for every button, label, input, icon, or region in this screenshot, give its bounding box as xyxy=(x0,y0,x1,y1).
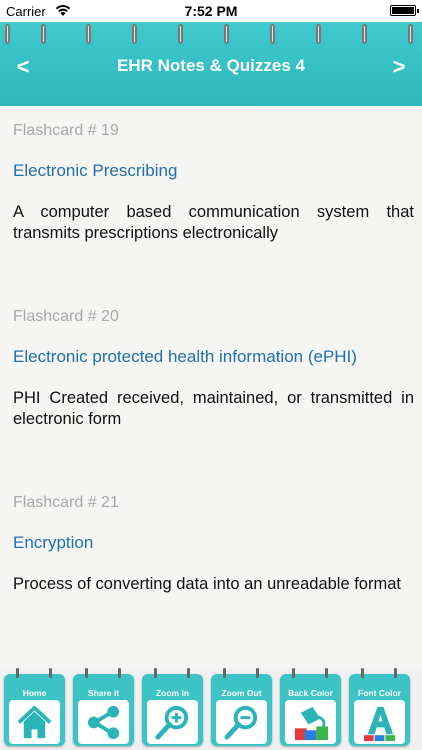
flashcard-number: Flashcard # 21 xyxy=(13,494,119,511)
home-button[interactable]: Home xyxy=(4,668,65,746)
status-time: 7:52 PM xyxy=(184,3,238,19)
back-color-button-label: Back Color xyxy=(288,688,333,698)
flashcard: Flashcard # 19 Electronic Prescribing A … xyxy=(13,122,414,244)
back-color-button[interactable]: Back Color xyxy=(280,668,341,746)
font-color-button-label: Font Color xyxy=(358,688,401,698)
zoom-in-button-label: Zoom In xyxy=(155,688,190,698)
bottom-toolbar: Home Share it Zoom In Zoom Out Back Colo… xyxy=(0,668,422,750)
font-color-button[interactable]: Font Color xyxy=(349,668,410,746)
home-button-label: Home xyxy=(22,688,47,698)
page-title: EHR Notes & Quizzes 4 xyxy=(117,56,305,75)
zoom-in-icon xyxy=(155,705,189,740)
flashcard-definition: Process of converting data into an unrea… xyxy=(13,575,401,593)
home-icon xyxy=(17,705,52,739)
zoom-in-button[interactable]: Zoom In xyxy=(142,668,203,746)
flashcard-number: Flashcard # 19 xyxy=(13,122,119,139)
next-button[interactable]: > xyxy=(384,52,414,82)
flashcard-definition: A computer based communication system th… xyxy=(13,203,414,242)
zoom-out-button[interactable]: Zoom Out xyxy=(211,668,272,746)
previous-button[interactable]: < xyxy=(8,52,38,82)
zoom-out-button-label: Zoom Out xyxy=(221,688,262,698)
flashcard-definition: PHI Created received, maintained, or tra… xyxy=(13,389,414,428)
header-bar: < EHR Notes & Quizzes 4 > xyxy=(0,22,422,106)
flashcard-term: Electronic Prescribing xyxy=(13,161,178,180)
share-button[interactable]: Share it xyxy=(73,668,134,746)
font-letter-icon xyxy=(363,706,396,742)
status-bar: Carrier 7:52 PM xyxy=(0,0,422,22)
flashcard-list[interactable]: Flashcard # 19 Electronic Prescribing A … xyxy=(0,106,422,668)
flashcard: Flashcard # 21 Encryption Process of con… xyxy=(13,494,414,595)
flashcard-term: Encryption xyxy=(13,533,94,552)
paint-bucket-icon xyxy=(294,706,329,741)
battery-icon xyxy=(390,5,419,16)
share-icon xyxy=(87,705,120,740)
flashcard: Flashcard # 20 Electronic protected heal… xyxy=(13,308,414,430)
flashcard-number: Flashcard # 20 xyxy=(13,308,119,325)
flashcard-term: Electronic protected health information … xyxy=(13,347,357,366)
spiral-binding xyxy=(0,22,422,48)
zoom-out-icon xyxy=(224,705,258,740)
share-button-label: Share it xyxy=(87,688,120,698)
